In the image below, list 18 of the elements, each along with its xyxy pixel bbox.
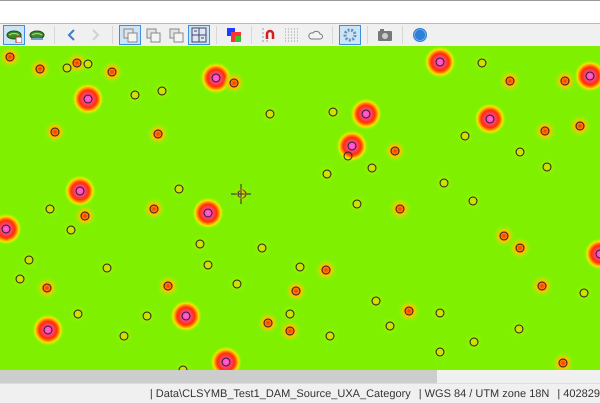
status-text: | WGS 84 / UTM zone 18N	[418, 388, 550, 400]
status-text: | 402829	[557, 388, 600, 400]
overlay-icon	[145, 27, 161, 43]
overlay-icon	[191, 27, 207, 43]
settings-icon	[342, 27, 358, 43]
status-text: | Data\CLSYMB_Test1_DAM_Source_UXA_Category	[150, 388, 411, 400]
scrollbar-thumb[interactable]	[0, 370, 437, 383]
toolbar-button[interactable]	[3, 25, 25, 45]
overlay-icon	[168, 27, 184, 43]
magnet-icon	[261, 27, 277, 43]
overlay-icon	[122, 27, 138, 43]
help-icon	[412, 27, 428, 43]
crosshair-icon	[230, 183, 252, 205]
camera-icon	[377, 27, 393, 43]
grid-icon	[284, 27, 300, 43]
horizontal-scrollbar[interactable]	[0, 370, 600, 383]
color-squares-icon	[226, 27, 242, 43]
toolbar-button[interactable]	[188, 25, 210, 45]
